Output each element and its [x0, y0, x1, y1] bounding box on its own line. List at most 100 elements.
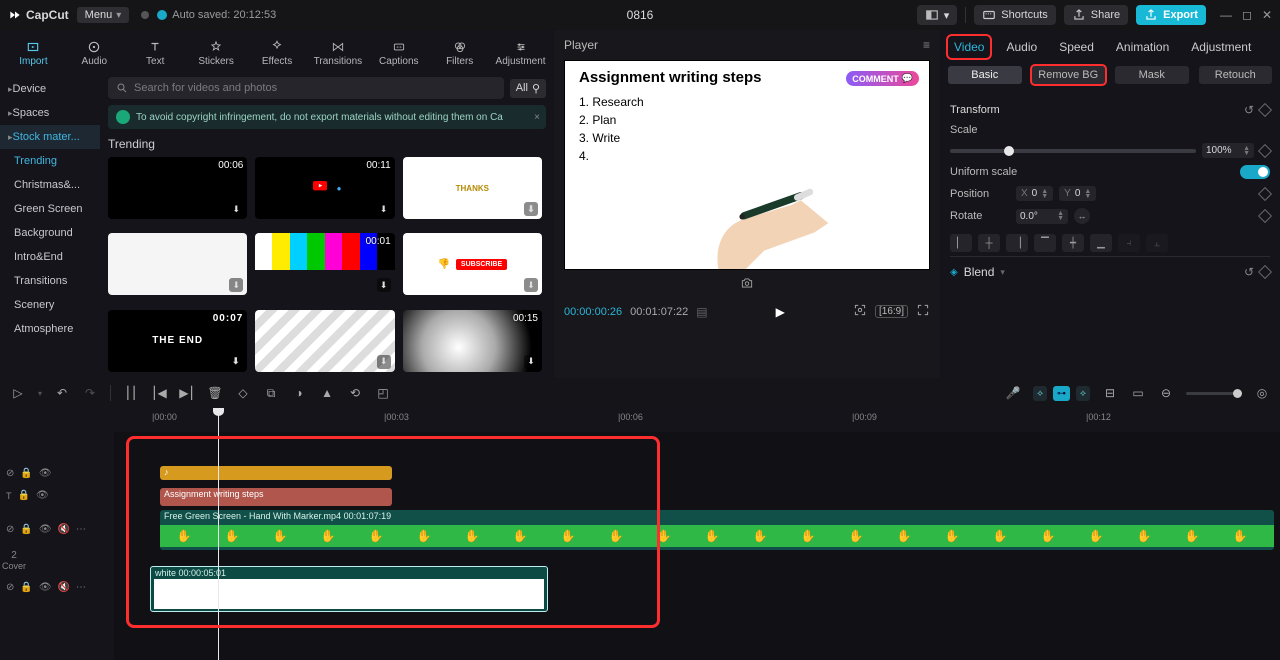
play-button[interactable]: ▶ [776, 305, 785, 319]
scale-slider[interactable] [950, 149, 1196, 153]
track-toggle-icon[interactable]: ▭ [1130, 385, 1146, 401]
download-icon[interactable]: ⬇ [229, 355, 243, 369]
track-controls-audio[interactable]: ⊘🔒👁 [6, 468, 52, 479]
minimize-icon[interactable]: — [1220, 8, 1232, 22]
crop-tool[interactable]: ◰ [375, 385, 391, 401]
sidebar-spaces[interactable]: Spaces [0, 101, 100, 125]
download-icon[interactable]: ⬇ [377, 355, 391, 369]
sidebar-christmas[interactable]: Christmas&... [0, 173, 100, 197]
pointer-tool[interactable]: ▷ [10, 385, 26, 401]
keyframe-icon[interactable] [1258, 265, 1272, 279]
keyframe-icon[interactable] [1258, 103, 1272, 117]
tab-video[interactable]: Video [948, 36, 990, 58]
preview-canvas[interactable]: Assignment writing steps 1. Research 2. … [564, 60, 930, 270]
stock-thumb[interactable]: 00:15⬇ [403, 310, 542, 372]
link-tool[interactable]: ⊶ [1053, 386, 1070, 401]
tab-transitions[interactable]: Transitions [308, 36, 367, 71]
download-icon[interactable]: ⬇ [524, 202, 538, 216]
video-clip-greenscreen[interactable]: Free Green Screen - Hand With Marker.mp4… [160, 510, 1274, 550]
position-x[interactable]: X0▲▼ [1016, 186, 1053, 201]
stock-thumb[interactable]: ⬇ [108, 233, 247, 295]
marker-tool[interactable]: ◇ [235, 385, 251, 401]
cover-tab[interactable]: 2 Cover [0, 550, 28, 571]
reverse-tool[interactable]: ◑ [291, 385, 307, 401]
align-right[interactable]: ▕ [1006, 234, 1028, 252]
video-clip-white[interactable]: white 00:00:05:01 [150, 566, 548, 612]
mirror-tool[interactable]: ▲ [319, 385, 335, 401]
sidebar-transitions[interactable]: Transitions [0, 269, 100, 293]
stock-thumb[interactable]: THE END00:07⬇ [108, 310, 247, 372]
split-right[interactable]: ▶⎮ [179, 385, 195, 401]
tab-audio[interactable]: Audio [65, 36, 124, 71]
share-button[interactable]: Share [1064, 5, 1128, 25]
rotate-tool[interactable]: ⟲ [347, 385, 363, 401]
sidebar-trending[interactable]: Trending [0, 149, 100, 173]
keyframe-icon[interactable] [1258, 186, 1272, 200]
player-menu-icon[interactable]: ≡ [923, 38, 930, 52]
subtab-basic[interactable]: Basic [948, 66, 1022, 84]
download-icon[interactable]: ⬇ [377, 278, 391, 292]
split-left[interactable]: ⎮◀ [151, 385, 167, 401]
stock-thumb[interactable]: THANKS⬇ [403, 157, 542, 219]
delete-tool[interactable]: 🗑 [207, 385, 223, 401]
stock-thumb[interactable]: 00:06⬇ [108, 157, 247, 219]
shortcuts-button[interactable]: Shortcuts [974, 5, 1055, 25]
zoom-fit-icon[interactable]: ◎ [1254, 385, 1270, 401]
undo-button[interactable]: ↶ [54, 385, 70, 401]
align-center-v[interactable]: ┿ [1062, 234, 1084, 252]
distribute-v[interactable]: ⫠ [1146, 234, 1168, 252]
blend-caret[interactable]: ◈ [950, 267, 958, 278]
align-left[interactable]: ▏ [950, 234, 972, 252]
align-center-h[interactable]: ┼ [978, 234, 1000, 252]
camera-icon[interactable] [554, 276, 940, 293]
align-top[interactable]: ▔ [1034, 234, 1056, 252]
tab-text[interactable]: Text [126, 36, 185, 71]
redo-button[interactable]: ↷ [82, 385, 98, 401]
track-area[interactable]: Assignment writing steps Free Green Scre… [114, 432, 1280, 660]
zoom-out-icon[interactable]: ⊖ [1158, 385, 1174, 401]
keyframe-icon[interactable] [1258, 209, 1272, 223]
playhead[interactable] [218, 408, 219, 660]
reset-icon[interactable]: ↺ [1244, 265, 1254, 279]
aspect-ratio[interactable]: [16:9] [875, 305, 908, 318]
sidebar-background[interactable]: Background [0, 221, 100, 245]
sidebar-device[interactable]: Device [0, 77, 100, 101]
tab-audio2[interactable]: Audio [1000, 36, 1043, 58]
stock-thumb[interactable]: ⬇ [255, 310, 394, 372]
search-input[interactable]: Search for videos and photos [108, 77, 504, 99]
download-icon[interactable]: ⬇ [229, 278, 243, 292]
align-bottom[interactable]: ▁ [1090, 234, 1112, 252]
sidebar-atmosphere[interactable]: Atmosphere [0, 317, 100, 341]
download-icon[interactable]: ⬇ [524, 355, 538, 369]
export-button[interactable]: Export [1136, 5, 1206, 25]
position-y[interactable]: Y0▲▼ [1059, 186, 1096, 201]
flip-icon[interactable]: ↔ [1074, 208, 1090, 224]
audio-clip[interactable] [160, 466, 392, 480]
magnet-tool[interactable]: ⟡ [1033, 386, 1047, 401]
sidebar-stock[interactable]: Stock mater... [0, 125, 100, 149]
tab-filters[interactable]: Filters [430, 36, 489, 71]
split-tool[interactable]: ⎮⎮ [123, 385, 139, 401]
fullscreen-icon[interactable] [916, 303, 930, 320]
filter-all[interactable]: All⚲ [510, 79, 546, 98]
menu-button[interactable]: Menu [77, 7, 130, 23]
uniform-scale-toggle[interactable] [1240, 165, 1270, 179]
copy-tool[interactable]: ⧉ [263, 385, 279, 401]
scan-icon[interactable] [853, 303, 867, 320]
download-icon[interactable]: ⬇ [524, 278, 538, 292]
download-icon[interactable]: ⬇ [229, 202, 243, 216]
mic-icon[interactable]: 🎤 [1005, 385, 1021, 401]
preview-cut-icon[interactable]: ⊟ [1102, 385, 1118, 401]
track-controls-video[interactable]: ⊘🔒👁🔇⋯ [6, 524, 86, 535]
download-icon[interactable]: ⬇ [377, 202, 391, 216]
maximize-icon[interactable]: ◻ [1242, 8, 1252, 22]
sidebar-scenery[interactable]: Scenery [0, 293, 100, 317]
scale-value[interactable]: 100%▲▼ [1202, 143, 1254, 158]
tab-effects[interactable]: Effects [248, 36, 307, 71]
quality-icon[interactable]: ▤ [696, 305, 707, 319]
tab-stickers[interactable]: Stickers [187, 36, 246, 71]
track-controls-text[interactable]: T🔒👁 [6, 490, 49, 501]
layout-toggle[interactable]: ▾ [917, 5, 958, 25]
subtab-mask[interactable]: Mask [1115, 66, 1189, 84]
tab-captions[interactable]: Captions [369, 36, 428, 71]
